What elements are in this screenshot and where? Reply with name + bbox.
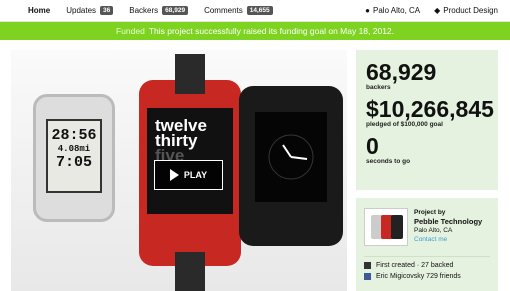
nav-comments-label: Comments (204, 6, 243, 15)
watch1-pace: 7:05 (55, 154, 92, 171)
comments-count-badge: 14,655 (246, 6, 273, 15)
project-by-label: Project by (414, 209, 446, 216)
watch1-unit: mi (79, 144, 91, 154)
facebook-row: Eric Migicovsky 729 friends (364, 273, 490, 280)
tag-icon: ◆ (434, 6, 441, 15)
project-icon (364, 262, 371, 269)
analog-clock-icon (268, 134, 314, 180)
stats-panel: 68,929 backers $10,266,845 pledged of $1… (356, 50, 498, 190)
project-video[interactable]: 28:56 4.08mi 7:05 twelve thirty five PLA… (11, 50, 347, 291)
backers-value: 68,929 (366, 59, 437, 85)
creator-panel: Project by Pebble Technology Palo Alto, … (356, 198, 498, 291)
pledged-label: pledged of $100,000 goal (366, 121, 443, 128)
pledged-value: $10,266,845 (366, 96, 494, 122)
black-watch (239, 86, 343, 246)
category-label: Product Design (443, 6, 498, 15)
first-created-row: First created · 27 backed (364, 256, 490, 269)
seconds-value: 0 (366, 133, 379, 159)
nav-meta: ● Palo Alto, CA ◆ Product Design (365, 6, 498, 15)
location-link[interactable]: ● Palo Alto, CA (365, 6, 420, 15)
watch1-time: 28:56 (51, 127, 97, 144)
nav-backers-label: Backers (129, 6, 159, 15)
backers-count-badge: 68,929 (162, 6, 189, 15)
category-link[interactable]: ◆ Product Design (434, 6, 498, 15)
red-watch-strap-bottom (175, 252, 205, 291)
location-label: Palo Alto, CA (373, 6, 421, 15)
creator-avatar[interactable] (364, 208, 408, 246)
black-watch-screen (255, 112, 327, 202)
red-watch-strap-top (175, 54, 205, 94)
white-watch-screen: 28:56 4.08mi 7:05 (46, 119, 102, 193)
white-watch: 28:56 4.08mi 7:05 (33, 94, 115, 222)
first-created-text: First created · 27 backed (376, 262, 454, 269)
project-nav: Home Updates 36 Backers 68,929 Comments 14,… (0, 0, 510, 22)
nav-updates-label: Updates (66, 6, 97, 15)
backers-label: backers (366, 84, 391, 91)
play-label: PLAY (183, 170, 208, 180)
funded-message: This project successfully raised its fun… (148, 26, 395, 36)
creator-location: Palo Alto, CA (414, 227, 453, 234)
funded-label: Funded (115, 26, 145, 36)
contact-link[interactable]: Contact me (414, 235, 482, 244)
facebook-icon (364, 273, 371, 280)
seconds-label: seconds to go (366, 158, 411, 165)
nav-updates[interactable]: Updates 36 (66, 6, 114, 15)
watch1-distance: 4.08 (57, 144, 80, 154)
location-pin-icon: ● (365, 6, 370, 15)
creator-name[interactable]: Pebble Technology (414, 217, 482, 226)
funded-banner: Funded This project successfully raised … (0, 22, 510, 40)
creator-info: Project by Pebble Technology Palo Alto, … (414, 208, 482, 246)
nav-backers[interactable]: Backers 68,929 (129, 6, 189, 15)
creator-card: Project by Pebble Technology Palo Alto, … (364, 208, 490, 246)
play-icon (169, 169, 179, 181)
updates-count-badge: 36 (100, 6, 114, 15)
nav-home[interactable]: Home (28, 6, 50, 15)
facebook-friend-text[interactable]: Eric Migicovsky 729 friends (376, 273, 461, 280)
nav-comments[interactable]: Comments 14,655 (204, 6, 273, 15)
nav-home-label: Home (28, 6, 51, 15)
play-button[interactable]: PLAY (154, 160, 223, 190)
